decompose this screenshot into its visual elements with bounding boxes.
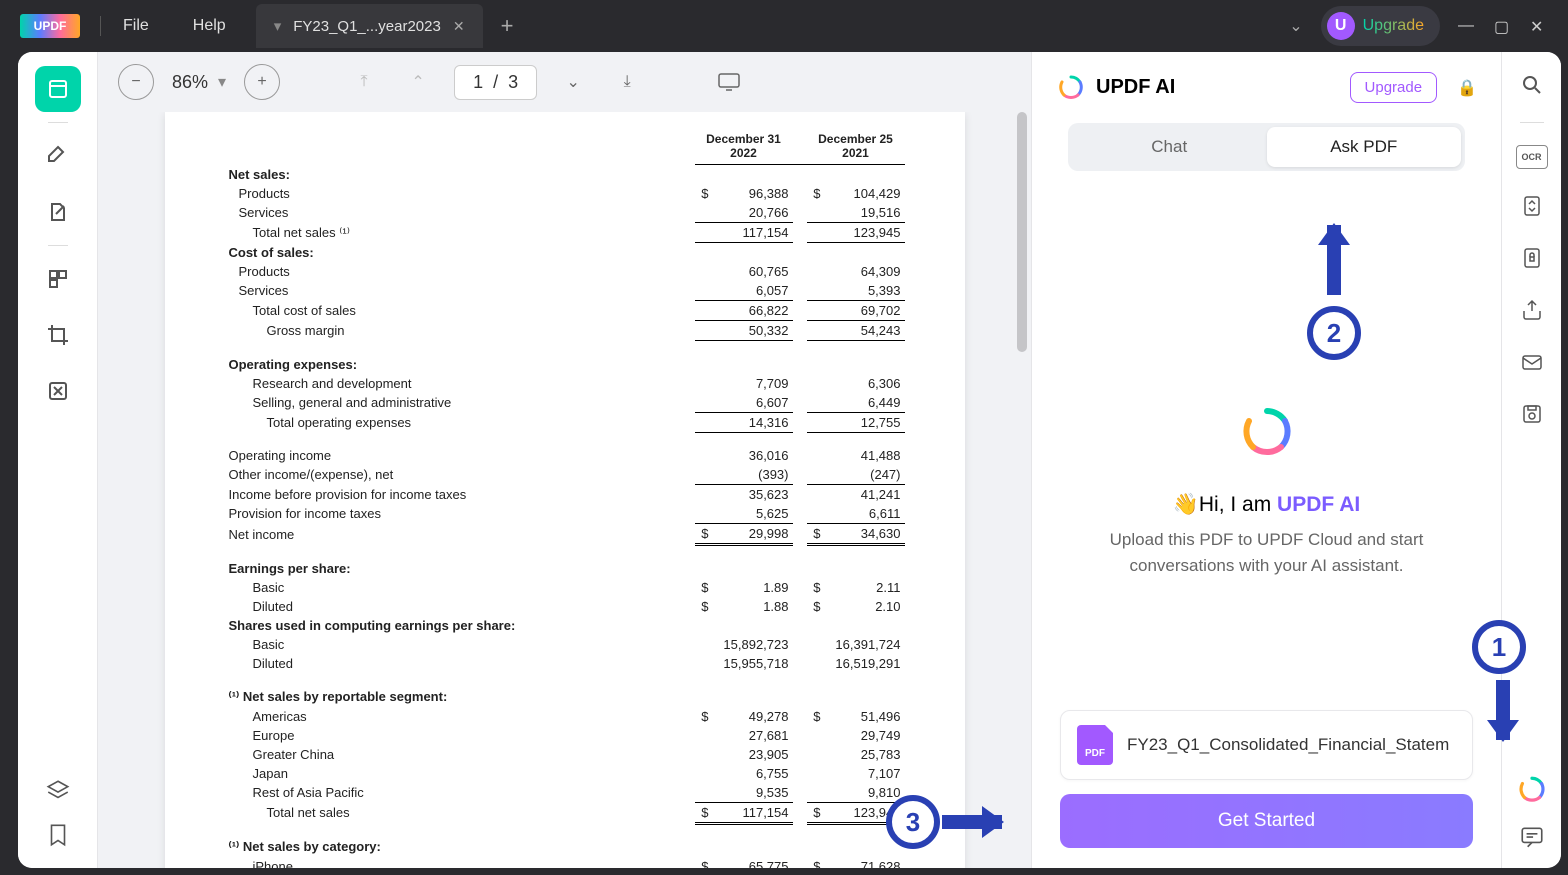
- ai-tabs: Chat Ask PDF: [1068, 123, 1465, 171]
- close-icon[interactable]: ✕: [453, 18, 465, 35]
- minimize-icon[interactable]: —: [1458, 17, 1476, 35]
- prev-page-button[interactable]: ⌃: [400, 64, 436, 100]
- ai-file-chip[interactable]: FY23_Q1_Consolidated_Financial_Statem: [1060, 710, 1473, 780]
- lock-icon: 🔒: [1457, 78, 1477, 98]
- bookmark-button[interactable]: [45, 822, 71, 848]
- email-button[interactable]: [1517, 347, 1547, 377]
- layers-button[interactable]: [45, 778, 71, 804]
- ai-panel-title: UPDF AI: [1096, 76, 1340, 99]
- ai-upgrade-button[interactable]: Upgrade: [1350, 72, 1438, 103]
- comment-button[interactable]: [1519, 824, 1545, 850]
- ai-panel: UPDF AI Upgrade 🔒 Chat Ask PDF 👋Hi, I am…: [1031, 52, 1501, 868]
- document-viewport[interactable]: December 312022December 252021Net sales:…: [98, 112, 1031, 868]
- menu-help[interactable]: Help: [171, 17, 248, 35]
- present-button[interactable]: [711, 64, 747, 100]
- highlight-button[interactable]: [35, 133, 81, 179]
- annotation-1: 1: [1472, 620, 1526, 674]
- annotation-arrow-3: [942, 815, 1002, 829]
- zoom-value[interactable]: 86%: [172, 72, 208, 93]
- page-indicator[interactable]: 1 / 3: [454, 65, 537, 100]
- zoom-in-button[interactable]: +: [244, 64, 280, 100]
- top-toolbar: − 86% ▾ + ⤒ ⌃ 1 / 3 ⌄ ⤓: [98, 52, 1031, 112]
- upgrade-button[interactable]: U Upgrade: [1321, 6, 1440, 46]
- updf-ai-large-logo-icon: [1237, 403, 1297, 463]
- last-page-button[interactable]: ⤓: [609, 64, 645, 100]
- add-tab-button[interactable]: +: [501, 13, 514, 39]
- get-started-button[interactable]: Get Started: [1060, 794, 1473, 848]
- tab-ask-pdf[interactable]: Ask PDF: [1267, 127, 1462, 167]
- scrollbar[interactable]: [1017, 112, 1027, 352]
- reader-mode-button[interactable]: [35, 66, 81, 112]
- updf-ai-button[interactable]: [1516, 774, 1548, 806]
- annotation-arrow-1: [1496, 680, 1510, 740]
- convert-button[interactable]: [1517, 191, 1547, 221]
- zoom-dropdown-icon[interactable]: ▾: [218, 72, 226, 92]
- divider: [48, 122, 68, 123]
- search-button[interactable]: [1517, 70, 1547, 100]
- chevron-down-icon[interactable]: ⌄: [1289, 16, 1302, 36]
- annotation-2: 2: [1307, 306, 1361, 360]
- annotation-arrow-2: [1327, 225, 1341, 295]
- pdf-page: December 312022December 252021Net sales:…: [165, 112, 965, 868]
- left-sidebar: [18, 52, 98, 868]
- zoom-out-button[interactable]: −: [118, 64, 154, 100]
- save-button[interactable]: [1517, 399, 1547, 429]
- app-logo: UPDF: [20, 14, 80, 38]
- menu-file[interactable]: File: [101, 17, 171, 35]
- ai-greeting: 👋Hi, I am UPDF AI: [1173, 493, 1361, 517]
- divider: [1520, 122, 1544, 123]
- divider: [48, 245, 68, 246]
- next-page-button[interactable]: ⌄: [555, 64, 591, 100]
- first-page-button[interactable]: ⤒: [346, 64, 382, 100]
- upgrade-label: Upgrade: [1363, 17, 1424, 35]
- redact-button[interactable]: [35, 368, 81, 414]
- ocr-button[interactable]: OCR: [1516, 145, 1548, 169]
- pdf-file-icon: [1077, 725, 1113, 765]
- organize-button[interactable]: [35, 256, 81, 302]
- tab-chat[interactable]: Chat: [1072, 127, 1267, 167]
- updf-ai-logo-icon: [1056, 73, 1086, 103]
- document-tab[interactable]: ▾ FY23_Q1_...year2023 ✕: [256, 4, 483, 48]
- tab-title: FY23_Q1_...year2023: [293, 18, 441, 35]
- user-avatar: U: [1327, 12, 1355, 40]
- protect-button[interactable]: [1517, 243, 1547, 273]
- edit-button[interactable]: [35, 189, 81, 235]
- annotation-3: 3: [886, 795, 940, 849]
- maximize-icon[interactable]: ▢: [1494, 17, 1512, 35]
- ai-filename: FY23_Q1_Consolidated_Financial_Statem: [1127, 735, 1449, 755]
- close-window-icon[interactable]: ✕: [1530, 17, 1548, 35]
- tab-dropdown-icon[interactable]: ▾: [274, 17, 282, 35]
- crop-button[interactable]: [35, 312, 81, 358]
- ai-description: Upload this PDF to UPDF Cloud and start …: [1056, 527, 1477, 578]
- share-button[interactable]: [1517, 295, 1547, 325]
